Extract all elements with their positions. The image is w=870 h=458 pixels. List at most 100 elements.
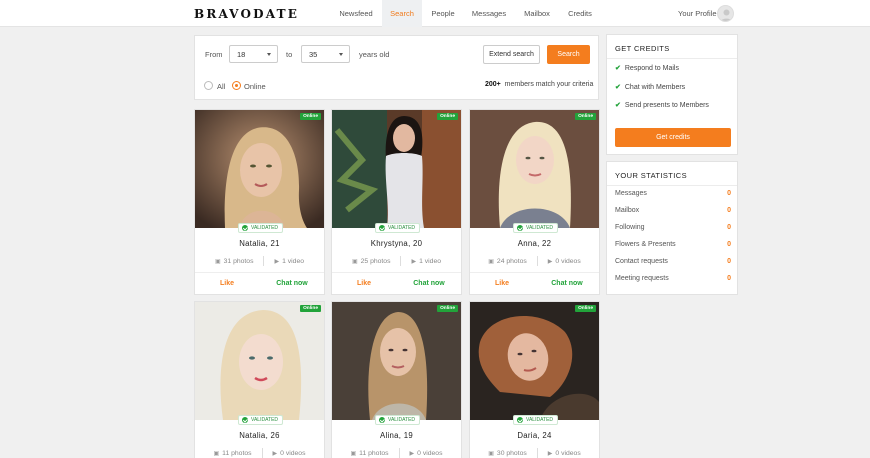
profile-media-stats: ▣ 24 photos ▶ 0 videos [470, 255, 599, 267]
profile-media-stats: ▣ 11 photos ▶ 0 videos [195, 447, 324, 458]
chat-now-button[interactable]: Chat now [397, 280, 461, 287]
profile-card[interactable]: Online VALIDATED Natalia, 26 ▣ 11 photos … [194, 301, 325, 458]
brand-logo[interactable]: BRAVODATE [194, 7, 299, 21]
radio-all-label[interactable]: All [217, 82, 225, 91]
match-count-text: 200+ members match your criteria [485, 81, 593, 88]
profile-media-stats: ▣ 25 photos ▶ 1 video [332, 255, 461, 267]
radio-online[interactable] [232, 81, 241, 90]
to-label: to [286, 50, 293, 59]
photos-count: 31 photos [223, 257, 254, 265]
profile-media-stats: ▣ 11 photos ▶ 0 videos [332, 447, 461, 458]
search-button[interactable]: Search [547, 45, 590, 64]
stat-row-mailbox[interactable]: Mailbox 0 [615, 207, 731, 214]
photos-count: 30 photos [496, 449, 527, 457]
like-button[interactable]: Like [195, 280, 259, 287]
nav-credits[interactable]: Credits [560, 0, 600, 27]
check-circle-icon [242, 225, 248, 231]
photos-icon: ▣ [214, 258, 221, 265]
credits-benefit-item: ✔ Respond to Mails [615, 64, 679, 73]
video-icon: ▶ [547, 258, 553, 265]
radio-all[interactable] [204, 81, 213, 90]
profile-photo[interactable]: Online [195, 110, 324, 228]
stat-row-following[interactable]: Following 0 [615, 224, 731, 231]
photos-icon: ▣ [488, 258, 494, 265]
check-circle-icon [517, 225, 523, 231]
validated-label: VALIDATED [388, 417, 416, 423]
get-credits-title: GET CREDITS [615, 44, 670, 53]
stat-row-contact-requests[interactable]: Contact requests 0 [615, 258, 731, 265]
profile-photo[interactable]: Online [470, 110, 599, 228]
profile-name[interactable]: Daria, 24 [470, 431, 599, 440]
chat-now-button[interactable]: Chat now [260, 280, 324, 287]
videos-count: 1 video [282, 257, 305, 265]
videos-count: 0 videos [417, 449, 443, 457]
photos-count: 25 photos [360, 257, 391, 265]
profile-photo[interactable]: Online [470, 302, 599, 420]
extend-search-button[interactable]: Extend search [483, 45, 540, 64]
videos-count: 0 videos [280, 449, 306, 457]
like-button[interactable]: Like [470, 280, 534, 287]
validated-badge: VALIDATED [238, 415, 284, 425]
stat-row-meeting-requests[interactable]: Meeting requests 0 [615, 275, 731, 282]
profile-card[interactable]: Online VALIDATED Natalia, 21 ▣ 31 photos … [194, 109, 325, 295]
validated-badge: VALIDATED [238, 223, 284, 233]
profile-photo[interactable]: Online [332, 110, 461, 228]
user-avatar-icon [720, 9, 733, 21]
profile-name[interactable]: Alina, 19 [332, 431, 461, 440]
age-to-select[interactable]: 35 [301, 45, 350, 63]
age-from-value: 18 [237, 50, 246, 59]
stat-row-messages[interactable]: Messages 0 [615, 190, 731, 197]
check-icon: ✔ [615, 84, 621, 91]
photos-count: 24 photos [496, 257, 527, 265]
photos-icon: ▣ [213, 450, 220, 457]
profile-card[interactable]: Online VALIDATED Anna, 22 ▣ 24 photos ▶ 0 … [469, 109, 600, 295]
profile-photo[interactable]: Online [332, 302, 461, 420]
your-profile-link[interactable]: Your Profile [678, 9, 717, 18]
validated-badge: VALIDATED [375, 415, 421, 425]
nav-mailbox[interactable]: Mailbox [514, 0, 560, 27]
video-icon: ▶ [272, 450, 278, 457]
video-icon: ▶ [411, 258, 417, 265]
profile-photo[interactable]: Online [195, 302, 324, 420]
match-text: members match your criteria [504, 81, 594, 88]
chat-now-button[interactable]: Chat now [535, 280, 599, 287]
statistics-panel: YOUR STATISTICS Messages 0 Mailbox 0 Follo… [606, 161, 738, 295]
nav-search[interactable]: Search [382, 0, 422, 27]
profile-name[interactable]: Natalia, 21 [195, 239, 324, 248]
check-circle-icon [379, 417, 385, 423]
check-circle-icon [242, 417, 248, 423]
stat-row-flowers-presents[interactable]: Flowers & Presents 0 [615, 241, 731, 248]
validated-badge: VALIDATED [375, 223, 421, 233]
from-label: From [205, 50, 223, 59]
online-badge: Online [300, 113, 321, 120]
profile-name[interactable]: Khrystyna, 20 [332, 239, 461, 248]
nav-messages[interactable]: Messages [464, 0, 514, 27]
profile-card[interactable]: Online VALIDATED Daria, 24 ▣ 30 photos ▶ 0… [469, 301, 600, 458]
get-credits-button[interactable]: Get credits [615, 128, 731, 147]
video-icon: ▶ [409, 450, 415, 457]
online-badge: Online [575, 305, 596, 312]
profile-media-stats: ▣ 31 photos ▶ 1 video [195, 255, 324, 267]
photos-icon: ▣ [351, 258, 358, 265]
profile-card[interactable]: Online VALIDATED Khrystyna, 20 ▣ 25 photo… [331, 109, 462, 295]
nav-newsfeed[interactable]: Newsfeed [330, 0, 382, 27]
radio-online-label[interactable]: Online [244, 82, 266, 91]
validated-label: VALIDATED [526, 417, 554, 423]
profile-card[interactable]: Online VALIDATED Alina, 19 ▣ 11 photos ▶ 0… [331, 301, 462, 458]
videos-count: 1 video [419, 257, 442, 265]
match-count: 200+ [485, 81, 501, 88]
get-credits-panel: GET CREDITS ✔ Respond to Mails ✔ Chat with… [606, 34, 738, 155]
avatar[interactable] [717, 5, 734, 22]
nav-people[interactable]: People [422, 0, 464, 27]
photos-icon: ▣ [350, 450, 357, 457]
videos-count: 0 videos [555, 257, 581, 265]
validated-badge: VALIDATED [513, 415, 559, 425]
statistics-title: YOUR STATISTICS [615, 171, 687, 180]
age-from-select[interactable]: 18 [229, 45, 278, 63]
credits-benefit-item: ✔ Chat with Members [615, 83, 686, 92]
like-button[interactable]: Like [332, 280, 396, 287]
profile-name[interactable]: Natalia, 26 [195, 431, 324, 440]
photos-count: 11 photos [222, 449, 252, 457]
profile-name[interactable]: Anna, 22 [470, 239, 599, 248]
validated-badge: VALIDATED [513, 223, 559, 233]
